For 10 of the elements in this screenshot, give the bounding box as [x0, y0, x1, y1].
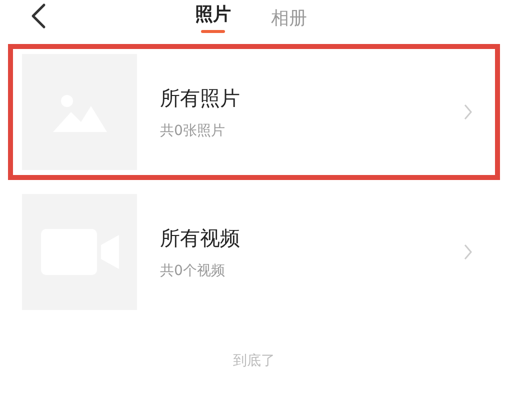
album-count: 共0张照片 — [160, 122, 226, 140]
album-count: 共0个视频 — [160, 262, 226, 280]
album-title: 所有照片 — [160, 84, 241, 112]
chevron-right-icon — [463, 103, 473, 121]
album-row[interactable]: 所有照片 共0张照片 — [8, 44, 500, 180]
album-row[interactable]: 所有视频 共0个视频 — [8, 184, 500, 320]
album-title: 所有视频 — [160, 224, 241, 252]
tab[interactable]: 照片 — [195, 2, 231, 42]
chevron-right-icon — [463, 243, 473, 261]
end-of-list-text: 到底了 — [233, 353, 275, 369]
